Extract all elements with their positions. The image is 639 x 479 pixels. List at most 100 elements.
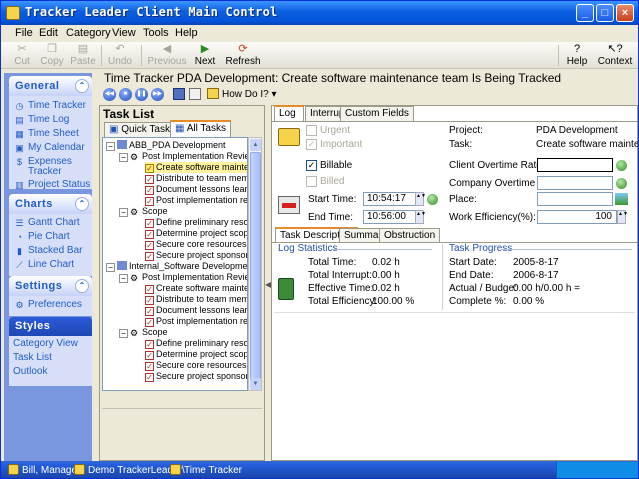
money-icon[interactable] xyxy=(616,160,627,171)
scroll-down-icon[interactable]: ▼ xyxy=(250,378,261,390)
tree-node-task[interactable]: ✓ Secure core resources xyxy=(145,360,247,371)
sidebar-item-time-sheet[interactable]: ▦ Time Sheet xyxy=(14,128,79,139)
checkbox-icon[interactable]: ✓ xyxy=(145,175,154,184)
checkbox-icon[interactable]: ✓ xyxy=(145,362,154,371)
checkbox-icon[interactable]: ✓ xyxy=(145,307,154,316)
collapse-chevron-icon[interactable]: ⌃ xyxy=(75,79,89,93)
checkbox-icon[interactable]: ✓ xyxy=(145,252,154,261)
tree-node-task[interactable]: ✓ Document lessons learne xyxy=(145,305,247,316)
money-icon[interactable] xyxy=(616,178,627,189)
save-icon[interactable] xyxy=(173,88,185,100)
tree-node-task[interactable]: ✓Define preliminary resourc xyxy=(145,217,247,228)
tree-node-phase[interactable]: − ⚙ Scope xyxy=(119,206,168,217)
rewind-icon[interactable]: ◀◀ xyxy=(103,88,116,101)
important-checkbox[interactable]: ✓ xyxy=(306,139,317,150)
checkbox-icon[interactable]: ✓ xyxy=(145,197,154,206)
sidebar-item-gantt-chart[interactable]: ☰ Gantt Chart xyxy=(14,217,79,228)
style-outlook[interactable]: Outlook xyxy=(13,366,47,377)
checkbox-icon[interactable]: ✓ xyxy=(145,351,154,360)
tree-node-task[interactable]: ✓Distribute to team member xyxy=(145,294,247,305)
scroll-up-icon[interactable]: ▲ xyxy=(250,139,261,151)
undo-button[interactable]: ↶ Undo xyxy=(103,43,137,67)
sidebar-item-time-tracker[interactable]: ◷ Time Tracker xyxy=(14,100,86,111)
copy-button[interactable]: ❐ Copy xyxy=(35,43,69,67)
checkbox-icon[interactable]: ✓ xyxy=(145,241,154,250)
collapse-chevron-icon[interactable]: ⌃ xyxy=(75,279,89,293)
billed-checkbox[interactable] xyxy=(306,176,317,187)
task-tree[interactable]: − ABB_PDA Development − ⚙ Post Implementati… xyxy=(102,137,248,391)
tree-node-task[interactable]: ✓Post implementation revie xyxy=(145,316,247,327)
cut-button[interactable]: ✂ Cut xyxy=(5,43,39,67)
tree-node-task[interactable]: ✓ Secure core resources xyxy=(145,239,247,250)
tree-node-phase[interactable]: − ⚙ Scope xyxy=(119,327,168,338)
sidebar-item-preferences[interactable]: ⚙ Preferences xyxy=(14,299,81,310)
taskbar-item-time-tracker[interactable]: Time Tracker xyxy=(167,463,242,478)
sidebar-item-line-chart[interactable]: ⟋ Line Chart xyxy=(14,259,74,270)
context-button[interactable]: ↖? Context xyxy=(595,43,635,67)
checkbox-icon[interactable]: ✓ xyxy=(145,373,154,382)
print-icon[interactable] xyxy=(189,88,201,100)
checkbox-icon[interactable]: ✓ xyxy=(145,285,154,294)
sidebar-item-my-calendar[interactable]: ▣ My Calendar xyxy=(14,142,84,153)
style-task-list[interactable]: Task List xyxy=(13,352,52,363)
tree-node-task[interactable]: ✓Create software maintena xyxy=(145,283,247,294)
general-group-header[interactable]: General ⌃ xyxy=(9,76,92,96)
sidebar-item-expenses-tracker-line2[interactable]: Tracker xyxy=(28,166,62,177)
checkbox-icon[interactable]: ✓ xyxy=(145,230,154,239)
tree-node-task[interactable]: ✓ Determine project scope xyxy=(145,228,247,239)
checkbox-icon[interactable]: ✓ xyxy=(145,164,154,173)
place-picker-icon[interactable] xyxy=(615,193,628,205)
close-button[interactable]: × xyxy=(616,4,634,22)
collapse-chevron-icon[interactable]: ⌃ xyxy=(75,197,89,211)
client-overtime-field[interactable] xyxy=(537,158,613,172)
end-time-spinner[interactable]: ▲▼ xyxy=(415,210,426,224)
tab-obstruction[interactable]: Obstruction xyxy=(379,228,441,242)
stop-icon[interactable]: ■ xyxy=(119,88,132,101)
collapse-icon[interactable]: − xyxy=(106,263,115,272)
tree-node-task[interactable]: ✓Post implementation revie xyxy=(145,195,247,206)
sidebar-item-project-status[interactable]: ▥ Project Status xyxy=(14,179,90,190)
company-overtime-field[interactable] xyxy=(537,176,613,190)
how-do-i-button[interactable]: How Do I? ▾ xyxy=(207,87,277,102)
tab-custom-fields[interactable]: Custom Fields xyxy=(340,106,414,121)
style-category-view[interactable]: Category View xyxy=(13,338,78,349)
tree-node-task[interactable]: ✓ Document lessons learne xyxy=(145,184,247,195)
tree-node-task[interactable]: ✓ Secure project sponsorsh xyxy=(145,250,247,261)
menu-tools[interactable]: Tools xyxy=(143,27,169,39)
scrollbar-thumb[interactable] xyxy=(250,152,261,388)
paste-button[interactable]: ▤ Paste xyxy=(66,43,100,67)
checkbox-icon[interactable]: ✓ xyxy=(145,340,154,349)
urgent-checkbox[interactable] xyxy=(306,125,317,136)
minimize-button[interactable]: _ xyxy=(576,4,594,22)
taskbar-item-user[interactable]: Bill, Manager xyxy=(5,463,80,478)
start-time-spinner[interactable]: ▲▼ xyxy=(415,192,426,206)
work-efficiency-field[interactable]: 100 xyxy=(537,210,617,224)
maximize-button[interactable]: □ xyxy=(596,4,614,22)
collapse-icon[interactable]: − xyxy=(119,274,128,283)
sidebar-item-pie-chart[interactable]: ◔ Pie Chart xyxy=(14,231,70,242)
checkbox-icon[interactable]: ✓ xyxy=(145,186,154,195)
tree-node-phase[interactable]: − ⚙ Post Implementation Review xyxy=(119,151,247,162)
pause-icon[interactable]: ❚❚ xyxy=(135,88,148,101)
tree-node-task-selected[interactable]: ✓Create software maintena xyxy=(145,162,247,173)
end-time-field[interactable]: 10:56:00 xyxy=(363,210,423,224)
menu-file[interactable]: File xyxy=(15,27,33,39)
tab-quick-tasks[interactable]: ▣ Quick Tasks xyxy=(104,122,180,137)
tree-node-task[interactable]: ✓ Determine project scope xyxy=(145,349,247,360)
previous-button[interactable]: ◀ Previous xyxy=(146,43,188,67)
collapse-icon[interactable]: − xyxy=(119,153,128,162)
settings-group-header[interactable]: Settings ⌃ xyxy=(9,276,92,296)
description-area[interactable] xyxy=(274,312,635,458)
tree-node-project[interactable]: − Internal_Software Development xyxy=(106,261,247,272)
billable-checkbox[interactable]: ✓ xyxy=(306,160,317,171)
help-button[interactable]: ? Help xyxy=(562,43,592,67)
refresh-button[interactable]: ⟳ Refresh xyxy=(223,43,263,67)
checkbox-icon[interactable]: ✓ xyxy=(145,318,154,327)
sidebar-item-stacked-bar[interactable]: ▮ Stacked Bar xyxy=(14,245,82,256)
checkbox-icon[interactable]: ✓ xyxy=(145,296,154,305)
sidebar-item-time-log[interactable]: ▤ Time Log xyxy=(14,114,69,125)
tree-node-project[interactable]: − ABB_PDA Development xyxy=(106,140,226,151)
styles-group-header[interactable]: Styles xyxy=(9,317,92,336)
collapse-icon[interactable]: − xyxy=(106,142,115,151)
tab-log[interactable]: Log xyxy=(274,105,304,122)
